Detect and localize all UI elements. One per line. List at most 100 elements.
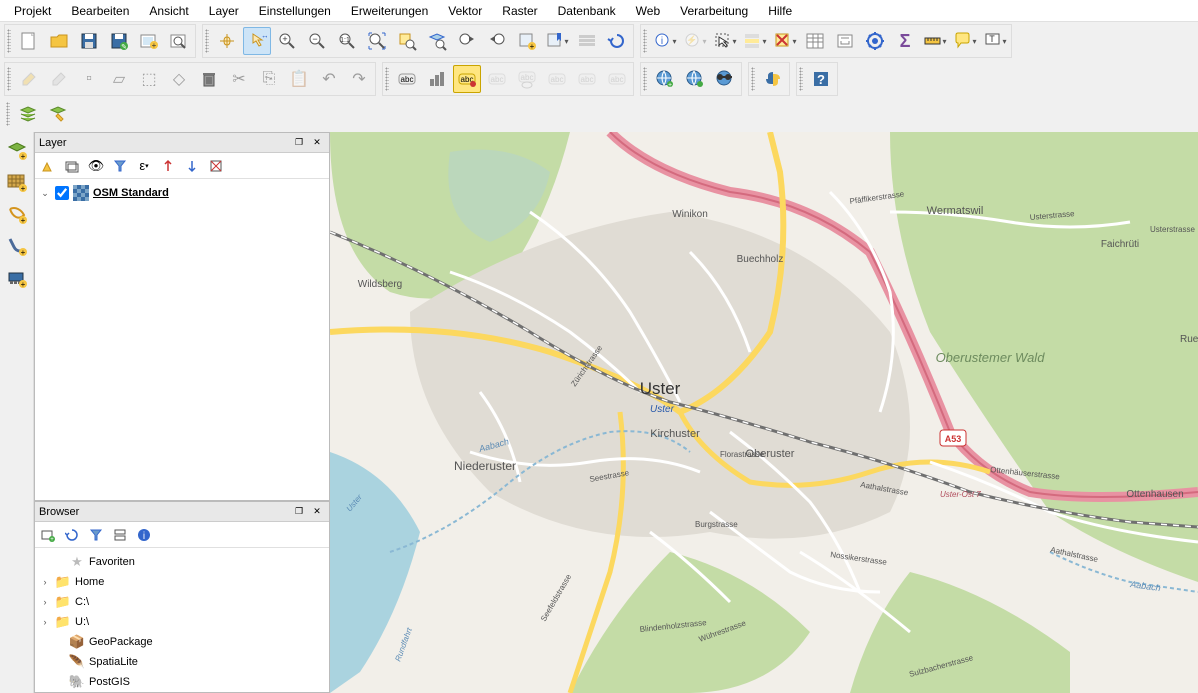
zoom-in-icon[interactable]: +	[273, 27, 301, 55]
web-search-icon[interactable]: +	[651, 65, 679, 93]
browser-item-spatialite[interactable]: 🪶 SpatiaLite	[39, 652, 325, 672]
new-bookmark-icon[interactable]	[543, 27, 571, 55]
filter-browser-icon[interactable]	[87, 526, 105, 544]
label-diagram-icon[interactable]	[423, 65, 451, 93]
zoom-out-icon[interactable]: −	[303, 27, 331, 55]
measure-icon[interactable]	[921, 27, 949, 55]
close-icon[interactable]: ✕	[309, 136, 325, 150]
collapse-arrow-icon[interactable]: ⌄	[39, 188, 51, 199]
browser-item-geopackage[interactable]: 📦 GeoPackage	[39, 632, 325, 652]
browser-tree[interactable]: ★ Favoriten ›📁 Home ›📁 C:\ ›📁 U:\ 📦	[35, 548, 329, 692]
expand-all-icon[interactable]	[159, 157, 177, 175]
menu-ansicht[interactable]: Ansicht	[139, 1, 198, 21]
collapse-browser-icon[interactable]	[111, 526, 129, 544]
osm-search-icon[interactable]	[711, 65, 739, 93]
menu-layer[interactable]: Layer	[199, 1, 249, 21]
edit-map-icon[interactable]	[44, 100, 72, 128]
pan-selection-icon[interactable]: ↔	[243, 27, 271, 55]
add-vector-icon[interactable]: +	[3, 136, 31, 164]
browser-item-postgis[interactable]: 🐘 PostGIS	[39, 672, 325, 692]
node-tool-icon: ◇	[165, 65, 193, 93]
zoom-full-icon[interactable]	[363, 27, 391, 55]
zoom-selection-icon[interactable]	[393, 27, 421, 55]
browser-item-home[interactable]: ›📁 Home	[39, 572, 325, 592]
add-layer-icon[interactable]: +	[39, 526, 57, 544]
browser-panel-titlebar[interactable]: Browser ❐ ✕	[35, 502, 329, 522]
expand-arrow-icon[interactable]: ›	[39, 577, 51, 587]
layout-manager-icon[interactable]	[165, 27, 193, 55]
collapse-all-icon[interactable]	[183, 157, 201, 175]
layer-visibility-checkbox[interactable]	[55, 186, 69, 200]
layers-tree[interactable]: ⌄ OSM Standard	[35, 179, 329, 500]
remove-layer-icon[interactable]	[207, 157, 225, 175]
help-icon[interactable]: ?	[807, 65, 835, 93]
expression-icon[interactable]: ε▾	[135, 157, 153, 175]
zoom-next-icon[interactable]	[483, 27, 511, 55]
menu-verarbeitung[interactable]: Verarbeitung	[670, 1, 758, 21]
open-attribute-table-icon[interactable]	[801, 27, 829, 55]
browser-item-drive-c[interactable]: ›📁 C:\	[39, 592, 325, 612]
svg-text:Winikon: Winikon	[672, 209, 708, 220]
map-tips-icon[interactable]	[951, 27, 979, 55]
python-console-icon[interactable]	[759, 65, 787, 93]
open-project-icon[interactable]	[45, 27, 73, 55]
field-calculator-icon[interactable]	[831, 27, 859, 55]
zoom-native-icon[interactable]: 1:1	[333, 27, 361, 55]
menu-raster[interactable]: Raster	[492, 1, 547, 21]
menu-einstellungen[interactable]: Einstellungen	[249, 1, 341, 21]
add-delimited-icon[interactable]: +	[3, 232, 31, 260]
undock-icon[interactable]: ❐	[291, 505, 307, 519]
zoom-layer-icon[interactable]	[423, 27, 451, 55]
close-icon[interactable]: ✕	[309, 505, 325, 519]
expand-arrow-icon[interactable]: ›	[39, 597, 51, 607]
refresh-browser-icon[interactable]	[63, 526, 81, 544]
menu-vektor[interactable]: Vektor	[438, 1, 492, 21]
statistics-icon[interactable]: Σ	[891, 27, 919, 55]
web-search2-icon[interactable]	[681, 65, 709, 93]
save-project-icon[interactable]	[75, 27, 103, 55]
expand-arrow-icon[interactable]: ›	[39, 617, 51, 627]
new-project-icon[interactable]	[15, 27, 43, 55]
select-by-value-icon[interactable]	[741, 27, 769, 55]
browser-item-drive-u[interactable]: ›📁 U:\	[39, 612, 325, 632]
filter-icon[interactable]	[111, 157, 129, 175]
new-print-layout-icon[interactable]: +	[135, 27, 163, 55]
style-manager-icon[interactable]	[39, 157, 57, 175]
zoom-last-icon[interactable]	[453, 27, 481, 55]
label-highlight-icon[interactable]: abc	[453, 65, 481, 93]
new-map-view-icon[interactable]: +	[513, 27, 541, 55]
menu-bearbeiten[interactable]: Bearbeiten	[61, 1, 139, 21]
add-group-icon[interactable]	[63, 157, 81, 175]
add-raster-icon[interactable]: +	[3, 168, 31, 196]
undock-icon[interactable]: ❐	[291, 136, 307, 150]
properties-icon[interactable]: i	[135, 526, 153, 544]
refresh-icon[interactable]	[603, 27, 631, 55]
add-mesh-icon[interactable]: +	[3, 200, 31, 228]
menu-projekt[interactable]: Projekt	[4, 1, 61, 21]
layer-item[interactable]: ⌄ OSM Standard	[39, 183, 325, 203]
deselect-icon[interactable]	[771, 27, 799, 55]
browser-item-favoriten[interactable]: ★ Favoriten	[39, 552, 325, 572]
delete-selected-icon[interactable]	[195, 65, 223, 93]
visibility-icon[interactable]: 👁	[87, 157, 105, 175]
menu-datenbank[interactable]: Datenbank	[548, 1, 626, 21]
svg-text:+: +	[668, 82, 672, 89]
layer-name[interactable]: OSM Standard	[93, 187, 169, 199]
map-canvas[interactable]: A53 Uster Uster Niederuster Kirchuster O…	[330, 132, 1198, 693]
label-layer-icon[interactable]: abc	[393, 65, 421, 93]
svg-text:abc: abc	[521, 73, 534, 82]
layers-panel-titlebar[interactable]: Layer ❐ ✕	[35, 133, 329, 153]
menu-hilfe[interactable]: Hilfe	[758, 1, 802, 21]
processing-toolbox-icon[interactable]	[861, 27, 889, 55]
identify-icon[interactable]: i	[651, 27, 679, 55]
pan-icon[interactable]	[213, 27, 241, 55]
annotation-icon[interactable]: T	[981, 27, 1009, 55]
add-virtual-icon[interactable]: +	[3, 264, 31, 292]
quick-osm-icon[interactable]	[14, 100, 42, 128]
show-bookmarks-icon[interactable]	[573, 27, 601, 55]
svg-text:i: i	[143, 531, 145, 542]
menu-web[interactable]: Web	[626, 1, 670, 21]
save-as-icon[interactable]: ✎	[105, 27, 133, 55]
select-features-icon[interactable]	[711, 27, 739, 55]
menu-erweiterungen[interactable]: Erweiterungen	[341, 1, 438, 21]
